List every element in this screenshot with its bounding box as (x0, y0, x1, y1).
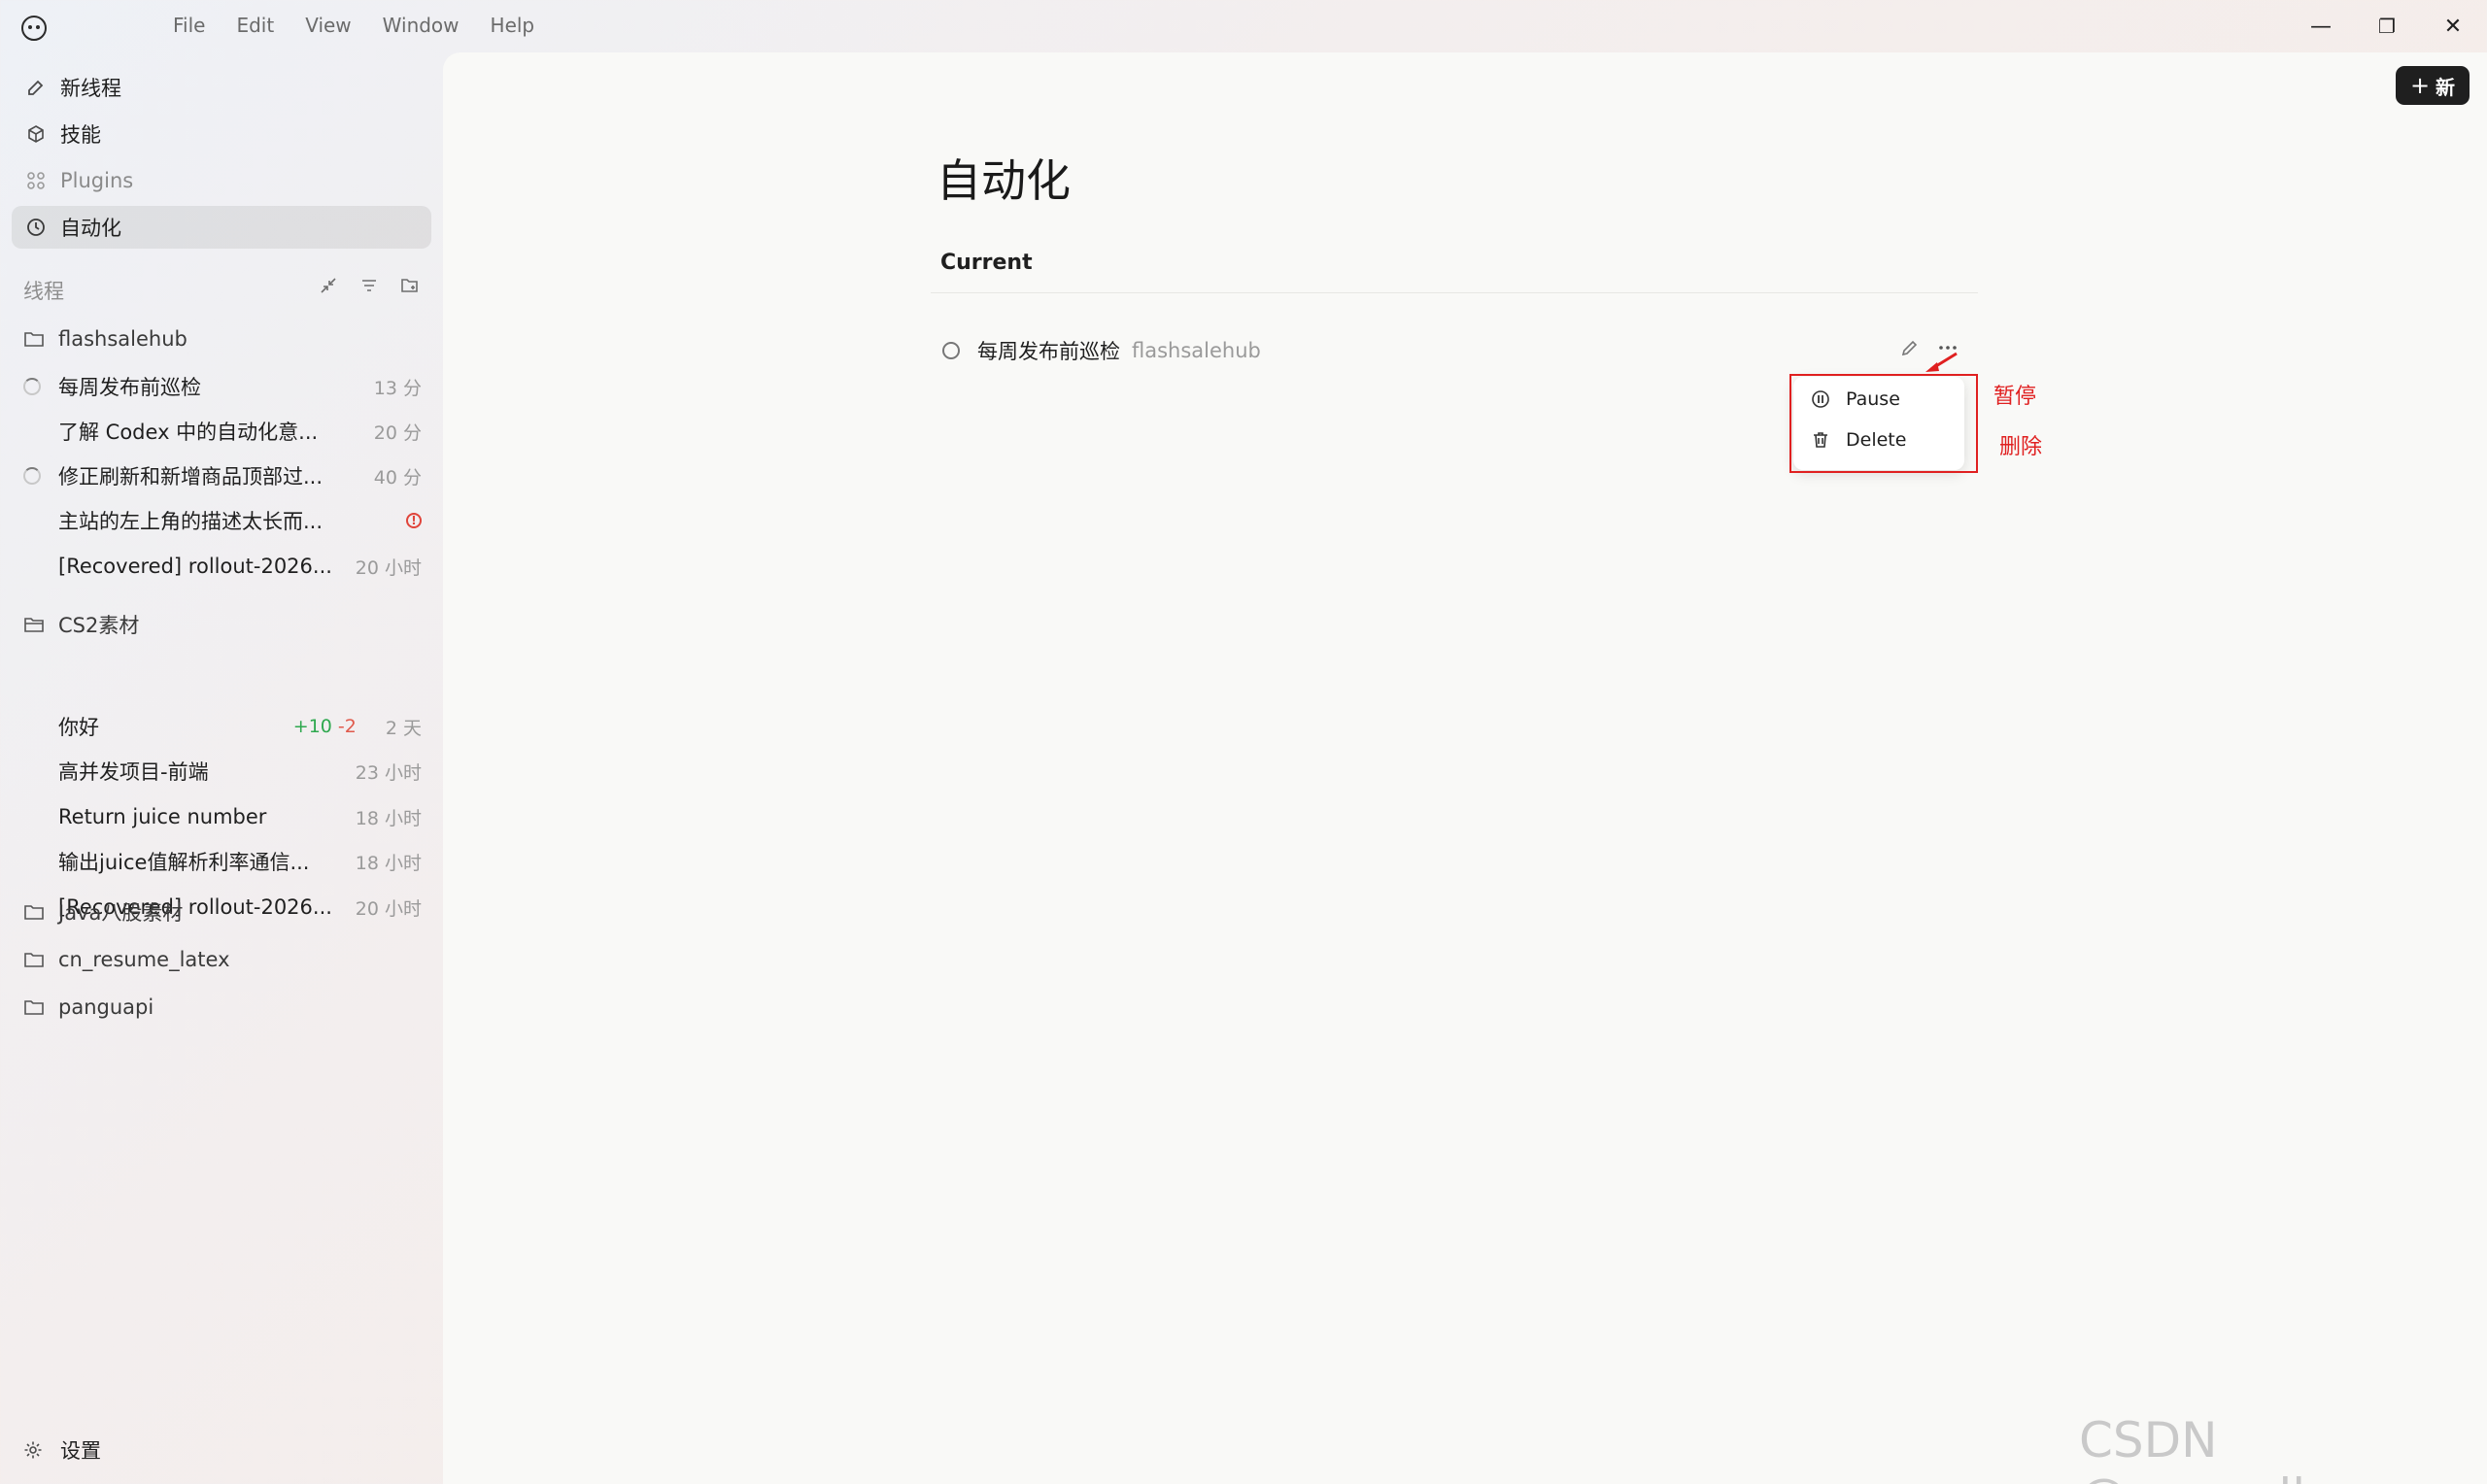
nav-skills[interactable]: 技能 (12, 113, 431, 155)
threads-section-label: 线程 (23, 280, 64, 303)
menu-file[interactable]: File (157, 12, 221, 39)
thread-time: 23 小时 (355, 761, 422, 784)
title-bar: File Edit View Window Help — ❐ ✕ (0, 0, 2487, 52)
thread-time: 13 分 (373, 377, 422, 399)
folder-label: CS2素材 (58, 614, 140, 637)
folder-icon (23, 997, 47, 1017)
grid-icon (25, 170, 47, 191)
thread-title: 修正刷新和新增商品顶部过... (58, 465, 324, 489)
menu-help[interactable]: Help (475, 12, 551, 39)
folder-open-icon (23, 615, 47, 634)
plus-icon: + (2409, 72, 2431, 99)
thread-title: Return juice number (58, 805, 267, 828)
menu-bar: File Edit View Window Help (157, 12, 550, 39)
thread-item[interactable]: 每周发布前巡检 13 分 (23, 369, 422, 404)
restore-button[interactable]: ❐ (2363, 8, 2411, 45)
folder-cn-resume[interactable]: cn_resume_latex (23, 943, 230, 976)
folder-icon (23, 902, 47, 922)
settings-label: 设置 (60, 1439, 101, 1463)
nav-label: 新线程 (60, 77, 121, 100)
thread-title: [Recovered] rollout-2026... (58, 555, 332, 578)
nav-automation[interactable]: 自动化 (12, 206, 431, 249)
thread-item[interactable]: Return juice number 18 小时 (23, 799, 422, 834)
folder-label: panguapi (58, 995, 154, 1019)
nav-new-thread[interactable]: 新线程 (12, 66, 431, 109)
watermark: CSDN @openallzzz (2079, 1412, 2382, 1484)
nav-label: 自动化 (60, 217, 121, 240)
main-panel (443, 52, 2487, 1484)
folder-flashsalehub[interactable]: flashsalehub (23, 322, 187, 355)
thread-time: 20 小时 (355, 556, 422, 579)
nav-label: Plugins (60, 169, 134, 192)
thread-title: 了解 Codex 中的自动化意... (58, 421, 319, 444)
loading-spinner-icon (23, 378, 41, 395)
edit-icon (25, 77, 47, 98)
nav-plugins[interactable]: Plugins (12, 159, 431, 202)
error-icon: ! (406, 513, 422, 528)
new-button-label: 新 (2436, 75, 2456, 99)
clock-icon (25, 217, 47, 238)
thread-item[interactable]: 你好 +10 -2 2 天 (23, 709, 422, 744)
gear-icon (23, 1440, 45, 1460)
automation-project: flashsalehub (1132, 339, 1261, 362)
threads-tools (317, 274, 422, 297)
collapse-icon[interactable] (317, 274, 340, 297)
thread-title: 高并发项目-前端 (58, 760, 209, 784)
loading-spinner-icon (23, 467, 41, 485)
automation-name: 每周发布前巡检 (977, 340, 1120, 363)
thread-item[interactable]: 主站的左上角的描述太长而... ! (23, 503, 422, 538)
annotation-arrow (1925, 352, 1958, 372)
folder-label: flashsalehub (58, 327, 187, 351)
folder-icon (23, 950, 47, 969)
section-heading: Current (940, 251, 1033, 275)
menu-edit[interactable]: Edit (221, 12, 290, 39)
cube-icon (25, 123, 47, 145)
folder-label: cn_resume_latex (58, 948, 230, 971)
minimize-button[interactable]: — (2297, 8, 2345, 45)
thread-time: 18 小时 (355, 807, 422, 829)
thread-time: 2 天 (385, 717, 422, 739)
menu-window[interactable]: Window (367, 12, 475, 39)
settings-button[interactable]: 设置 (23, 1435, 101, 1465)
folder-java[interactable]: Java八股素材 (23, 895, 183, 928)
thread-title: 主站的左上角的描述太长而... (58, 510, 324, 533)
status-radio-icon[interactable] (942, 342, 960, 359)
thread-item[interactable]: [Recovered] rollout-2026... 20 小时 (23, 549, 422, 584)
thread-item[interactable]: 了解 Codex 中的自动化意... 20 分 (23, 414, 422, 449)
sidebar: 新线程 技能 Plugins 自动化 线程 flashsalehub 每周发布前… (0, 52, 443, 1484)
folder-label: Java八股素材 (58, 901, 184, 925)
new-button[interactable]: + 新 (2396, 66, 2470, 105)
thread-time: 20 小时 (355, 897, 422, 920)
thread-title: 每周发布前巡检 (58, 376, 201, 399)
page-title: 自动化 (937, 154, 1071, 207)
thread-time: 18 小时 (355, 852, 422, 874)
divider (931, 292, 1978, 293)
lines-added: +10 (292, 716, 332, 737)
thread-item[interactable]: 修正刷新和新增商品顶部过... 40 分 (23, 458, 422, 493)
folder-icon (23, 329, 47, 349)
app-logo-icon (21, 16, 47, 41)
thread-title: 输出juice值解析利率通信... (58, 851, 310, 874)
pencil-icon[interactable] (1900, 338, 1920, 361)
menu-view[interactable]: View (290, 12, 366, 39)
thread-item[interactable]: 输出juice值解析利率通信... 18 小时 (23, 844, 422, 879)
annotation-delete: 删除 (1999, 435, 2043, 459)
close-button[interactable]: ✕ (2429, 8, 2477, 45)
thread-time: 40 分 (373, 466, 422, 489)
annotation-pause: 暂停 (1993, 385, 2037, 409)
folder-panguapi[interactable]: panguapi (23, 991, 153, 1024)
new-folder-icon[interactable] (398, 274, 422, 297)
filter-icon[interactable] (358, 274, 381, 297)
thread-title: 你好 (58, 716, 99, 739)
nav-label: 技能 (60, 123, 101, 147)
folder-cs2[interactable]: CS2素材 (23, 608, 139, 641)
lines-removed: -2 (337, 716, 357, 737)
thread-time: 20 分 (373, 422, 422, 444)
annotation-highlight-box (1789, 374, 1978, 473)
automation-row[interactable]: 每周发布前巡检 flashsalehub (942, 336, 1261, 365)
thread-item[interactable]: 高并发项目-前端 23 小时 (23, 754, 422, 789)
